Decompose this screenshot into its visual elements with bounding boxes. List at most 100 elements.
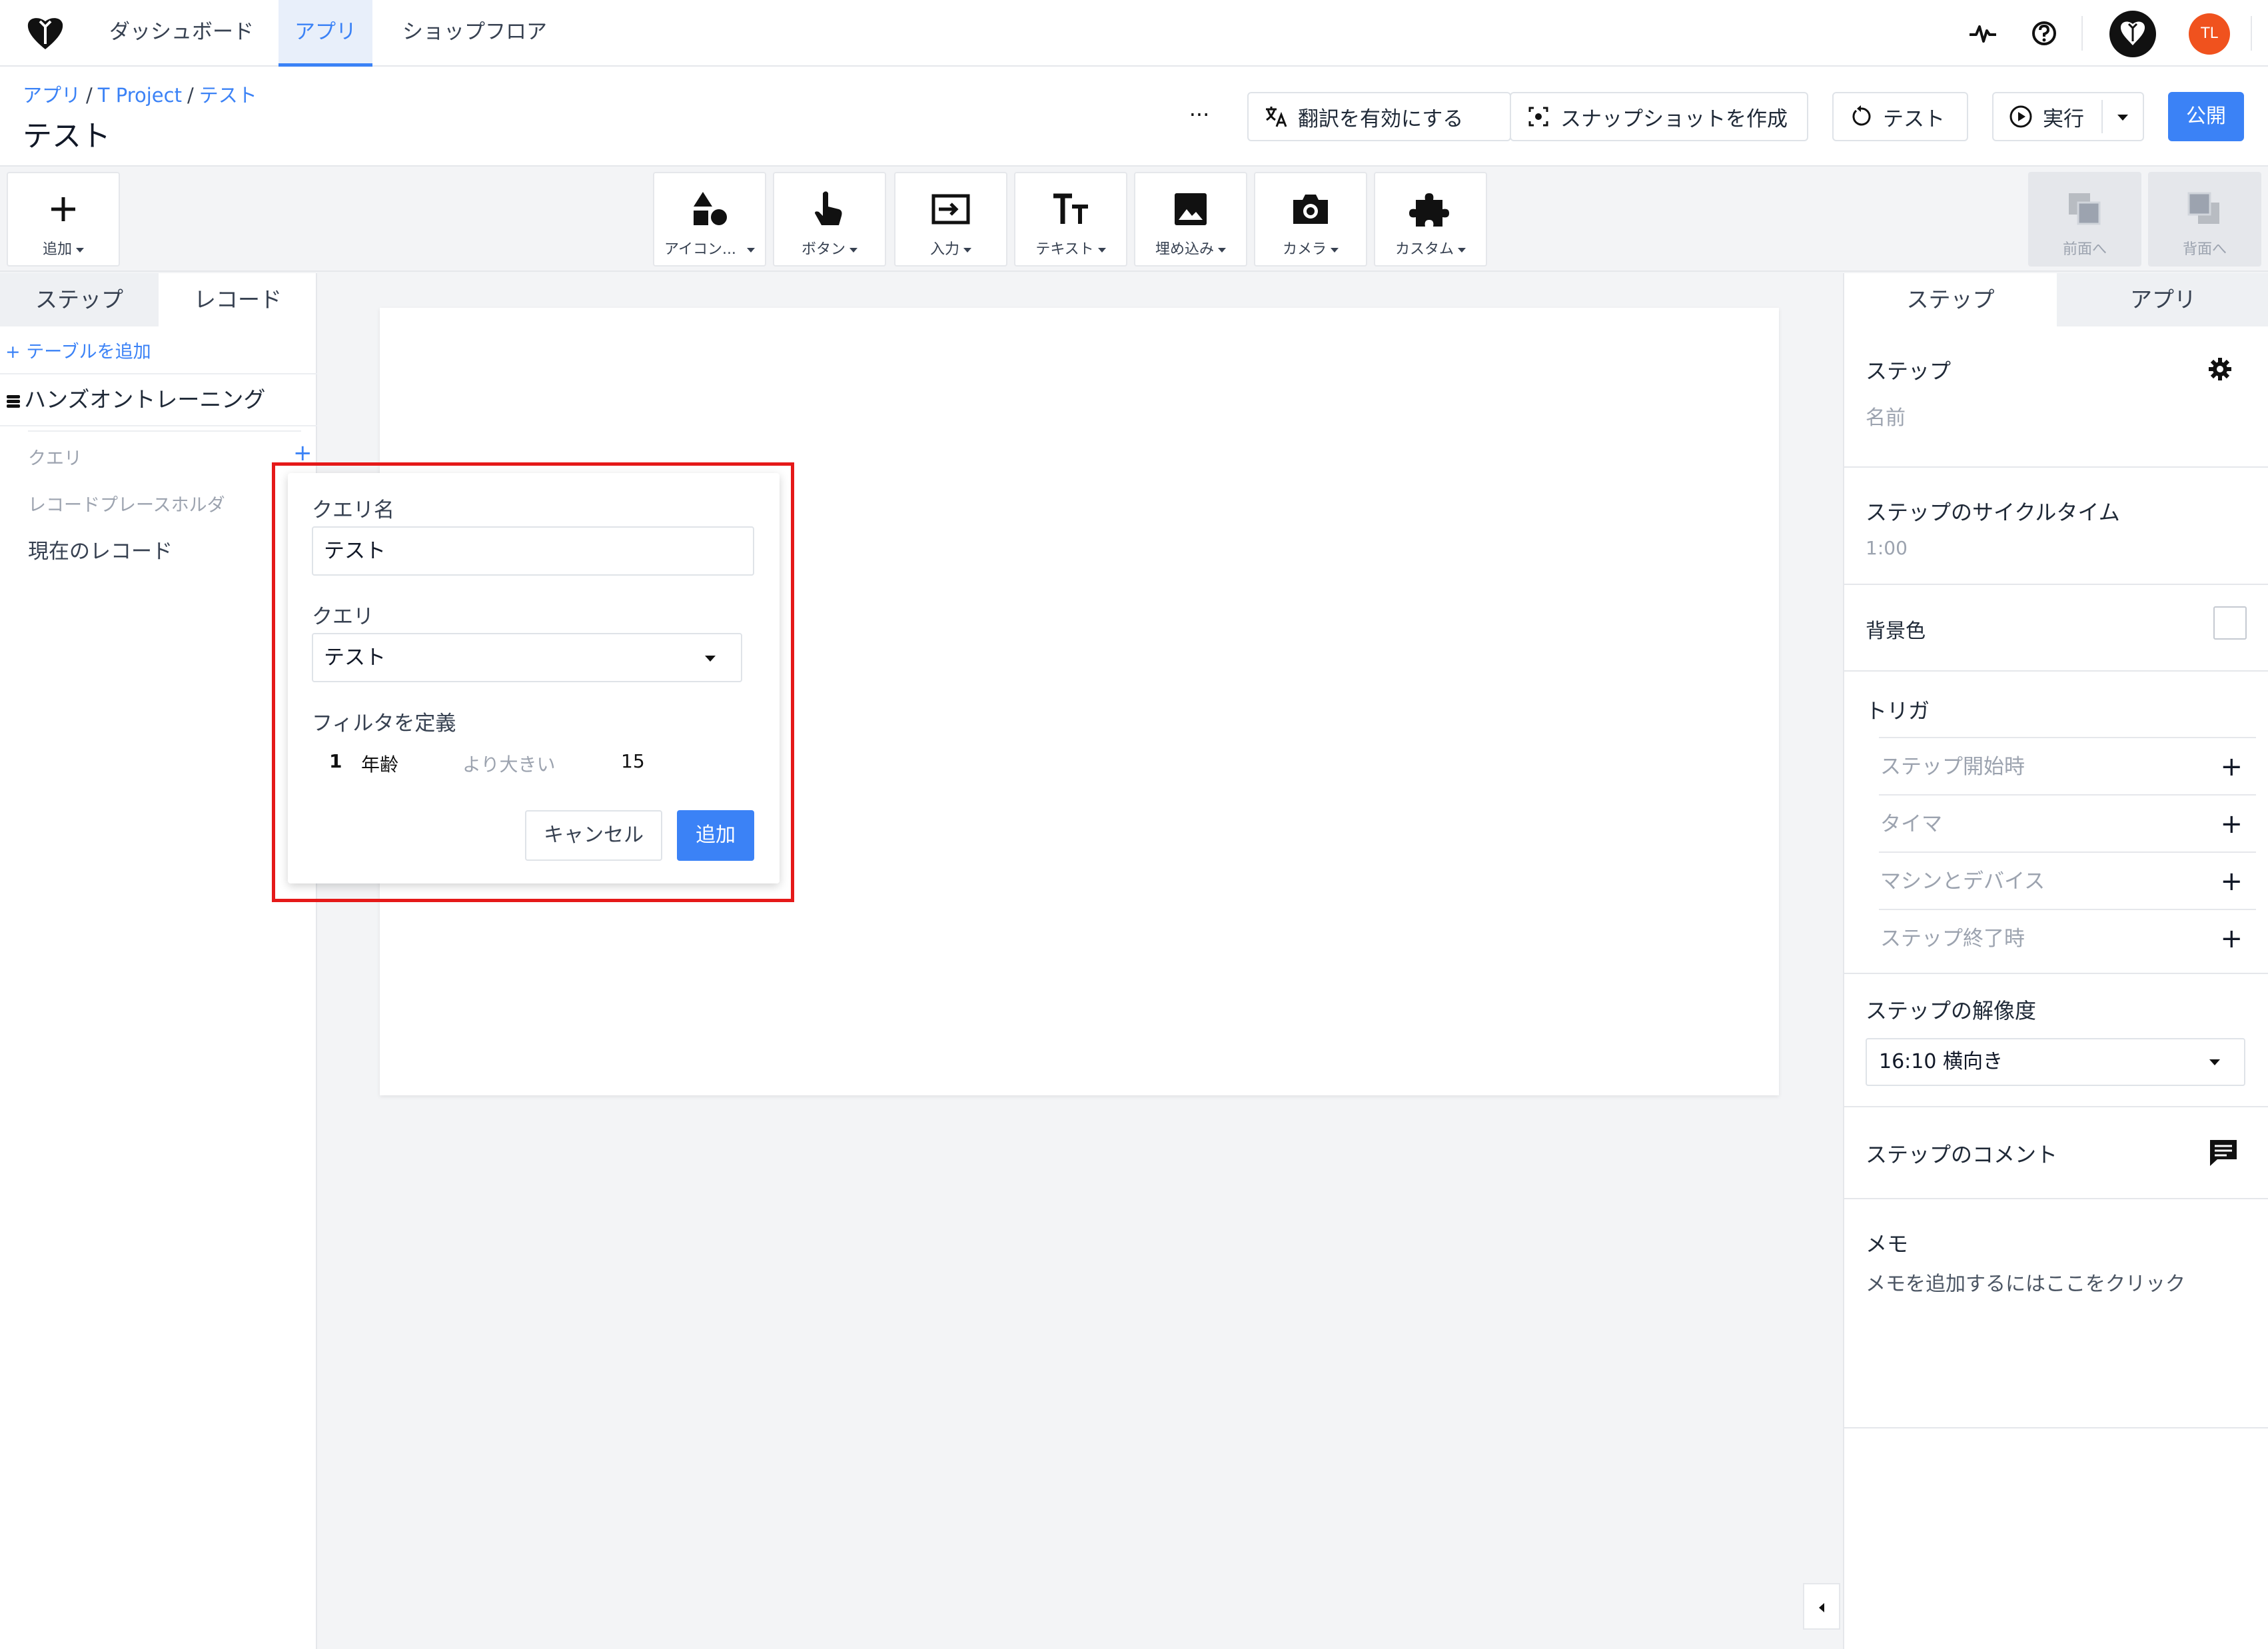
add-trigger-icon[interactable]: + — [2220, 910, 2243, 967]
app-header: アプリ / T Project / テスト テスト ··· 翻訳を有効にする スナップシ… — [0, 67, 2268, 167]
plus-icon: + — [5, 342, 27, 362]
translate-button[interactable]: 翻訳を有効にする — [1247, 92, 1511, 141]
snapshot-label: スナップショットを作成 — [1560, 107, 1788, 131]
nav-tab-shop-floor[interactable]: ショップフロア — [386, 0, 563, 67]
trigger-timer[interactable]: タイマ + — [1879, 796, 2256, 853]
text-icon — [1053, 193, 1088, 224]
current-records-section[interactable]: 現在のレコード — [28, 534, 173, 564]
background-color-section: 背景色 — [1844, 585, 2268, 672]
chevron-down-icon — [1097, 247, 1106, 253]
cycle-time-value[interactable]: 1:00 — [1866, 537, 1908, 559]
chevron-down-icon — [746, 247, 755, 253]
chevron-down-icon — [1218, 247, 1226, 253]
bring-to-front-label: 前面へ — [2062, 241, 2107, 258]
tool-icons[interactable]: アイコン... — [653, 172, 766, 267]
cancel-button[interactable]: キャンセル — [525, 810, 662, 861]
tool-text[interactable]: テキスト — [1014, 172, 1127, 267]
run-split-divider — [2101, 100, 2103, 133]
chevron-down-icon — [76, 247, 84, 253]
tool-custom[interactable]: カスタム — [1374, 172, 1487, 267]
add-trigger-icon[interactable]: + — [2220, 853, 2243, 910]
tool-embed[interactable]: 埋め込み — [1134, 172, 1247, 267]
trigger-machines-devices[interactable]: マシンとデバイス + — [1879, 853, 2256, 910]
background-color-swatch[interactable] — [2213, 606, 2247, 640]
add-table-link[interactable]: + テーブルを追加 — [5, 337, 151, 363]
pulse-icon[interactable] — [1967, 17, 1999, 49]
tab-steps[interactable]: ステップ — [0, 273, 159, 326]
trigger-label: ステップ開始時 — [1880, 755, 2025, 779]
page-title: テスト — [23, 119, 111, 153]
send-back-icon — [2187, 192, 2219, 224]
tool-button[interactable]: ボタン — [773, 172, 886, 267]
play-icon — [2009, 105, 2032, 128]
table-item[interactable]: ハンズオントレーニング — [0, 373, 317, 426]
breadcrumb-project[interactable]: T Project — [98, 84, 182, 107]
create-snapshot-button[interactable]: スナップショットを作成 — [1510, 92, 1808, 141]
background-color-label: 背景色 — [1866, 620, 1926, 643]
comment-icon[interactable] — [2208, 1138, 2239, 1167]
memo-title: メモ — [1866, 1231, 1909, 1257]
avatar[interactable]: TL — [2189, 13, 2230, 55]
collapse-panel-button[interactable] — [1803, 1583, 1840, 1630]
nav-tab-dashboard[interactable]: ダッシュボード — [93, 0, 270, 67]
trigger-label: マシンとデバイス — [1880, 869, 2045, 893]
record-placeholders-section[interactable]: レコードプレースホルダ — [28, 490, 225, 516]
run-button[interactable]: 実行 — [1992, 92, 2144, 141]
breadcrumb-app[interactable]: テスト — [199, 84, 257, 107]
chevron-down-icon — [1458, 247, 1466, 253]
trigger-step-start[interactable]: ステップ開始時 + — [1879, 738, 2256, 796]
filter-field: 年齢 — [361, 754, 399, 776]
publish-button[interactable]: 公開 — [2168, 92, 2244, 141]
queries-section[interactable]: クエリ — [28, 444, 82, 470]
table-name: ハンズオントレーニング — [24, 386, 266, 412]
add-trigger-icon[interactable]: + — [2220, 738, 2243, 796]
query-select-value: テスト — [324, 646, 386, 670]
run-label: 実行 — [2043, 107, 2084, 131]
step-name-field[interactable]: 名前 — [1866, 401, 1906, 430]
more-options-button[interactable]: ··· — [1179, 101, 1219, 135]
bring-front-icon — [2069, 193, 2101, 225]
add-widget-button[interactable]: 追加 — [7, 172, 120, 267]
tab-records[interactable]: レコード — [159, 273, 317, 326]
step-section: ステップ 名前 — [1844, 326, 2268, 468]
cycle-time-section: ステップのサイクルタイム 1:00 — [1844, 468, 2268, 585]
resolution-select[interactable]: 16:10 横向き — [1866, 1038, 2245, 1086]
test-label: テスト — [1883, 107, 1945, 131]
query-select[interactable]: テスト — [312, 633, 742, 682]
send-to-back-button[interactable]: 背面へ — [2148, 172, 2261, 267]
query-name-label: クエリ名 — [312, 498, 394, 522]
tulip-account-icon[interactable] — [2109, 11, 2156, 57]
add-button[interactable]: 追加 — [677, 810, 754, 861]
resolution-section: ステップの解像度 16:10 横向き — [1844, 974, 2268, 1107]
gear-icon[interactable] — [2207, 356, 2233, 382]
chevron-down-icon — [963, 247, 971, 253]
tab-app[interactable]: アプリ — [2057, 273, 2268, 326]
help-icon[interactable] — [2028, 17, 2060, 49]
bring-to-front-button[interactable]: 前面へ — [2028, 172, 2141, 267]
send-to-back-label: 背面へ — [2182, 241, 2227, 258]
breadcrumb-separator: / — [187, 84, 194, 107]
add-trigger-icon[interactable]: + — [2220, 796, 2243, 853]
image-icon — [1175, 193, 1207, 225]
tulip-logo[interactable] — [24, 15, 67, 52]
tool-input[interactable]: 入力 — [894, 172, 1007, 267]
query-label: クエリ — [312, 605, 374, 629]
trigger-step-exit[interactable]: ステップ終了時 + — [1879, 910, 2256, 967]
cycle-time-title: ステップのサイクルタイム — [1866, 500, 2120, 525]
tool-embed-label: 埋め込み — [1155, 241, 1214, 258]
tool-camera[interactable]: カメラ — [1254, 172, 1367, 267]
puzzle-icon — [1409, 193, 1449, 227]
breadcrumb-apps[interactable]: アプリ — [23, 84, 81, 107]
test-button[interactable]: テスト — [1832, 92, 1968, 141]
memo-placeholder[interactable]: メモを追加するにはここをクリック — [1866, 1267, 2185, 1297]
nav-tab-apps[interactable]: アプリ — [279, 0, 372, 67]
add-query-popup: クエリ名 テスト クエリ テスト フィルタを定義 1 年齢 より大きい 15 キ… — [288, 473, 780, 883]
tool-icons-label: アイコン... — [664, 241, 736, 258]
run-dropdown-caret[interactable] — [2117, 115, 2128, 121]
input-icon — [931, 194, 970, 225]
query-name-input[interactable]: テスト — [312, 526, 754, 576]
chevron-down-icon — [850, 247, 857, 253]
translate-icon — [1266, 107, 1287, 127]
trigger-label: ステップ終了時 — [1880, 927, 2025, 951]
tab-step[interactable]: ステップ — [1844, 273, 2057, 326]
